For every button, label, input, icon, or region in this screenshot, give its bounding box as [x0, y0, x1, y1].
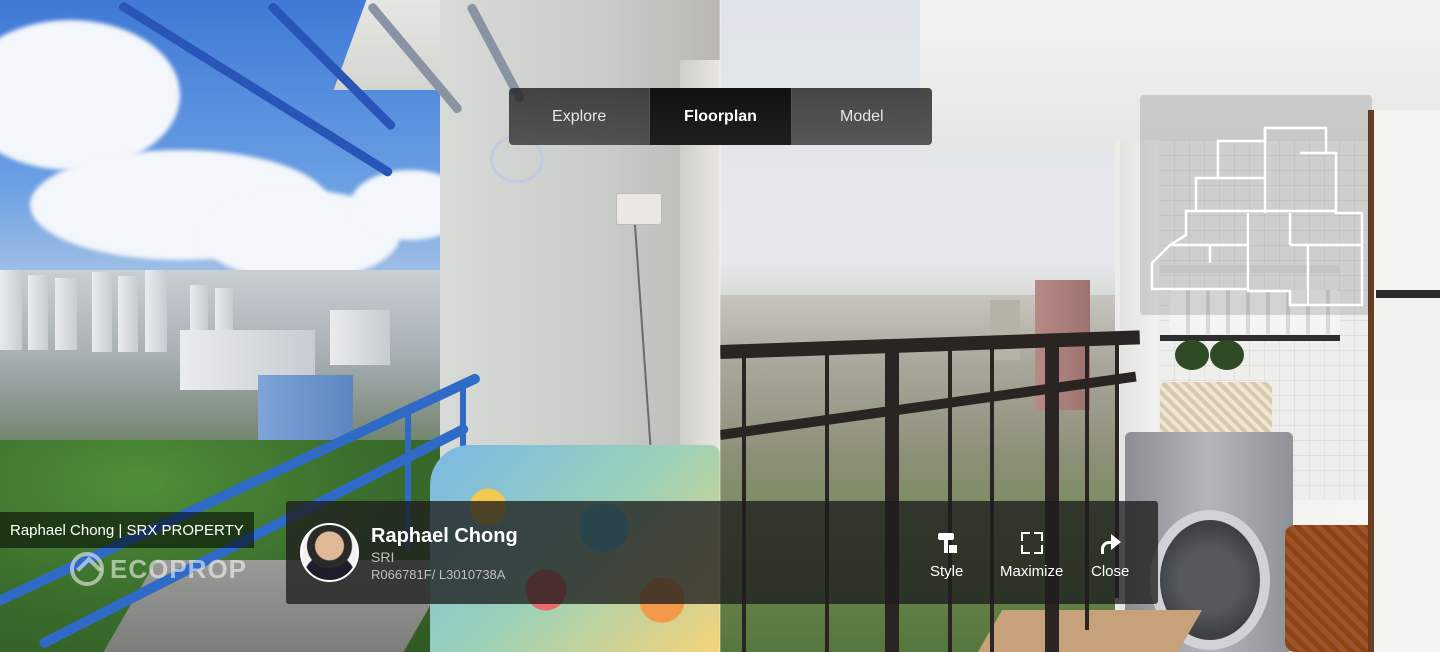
railing-post	[948, 343, 952, 652]
cloud	[0, 20, 180, 170]
ecoprop-watermark: ECOPROP	[70, 552, 247, 586]
maximize-label: Maximize	[1000, 563, 1064, 580]
close-button[interactable]: Close	[1091, 531, 1129, 580]
view-mode-tabbar: Explore Floorplan Model	[509, 88, 932, 145]
tab-floorplan[interactable]: Floorplan	[649, 88, 792, 145]
style-button[interactable]: Style	[930, 531, 963, 580]
ecoprop-logo-icon	[70, 552, 104, 586]
tower	[118, 276, 138, 352]
close-label: Close	[1091, 563, 1130, 580]
agent-info-bar: Raphael Chong SRI R066781F/ L3010738A St…	[286, 501, 1158, 604]
agent-license: R066781F/ L3010738A	[371, 567, 506, 582]
tab-explore[interactable]: Explore	[509, 88, 649, 145]
photo-credit: Raphael Chong | SRX PROPERTY	[0, 512, 254, 548]
ecoprop-logo-text: ECOPROP	[110, 553, 248, 584]
close-icon	[1096, 531, 1124, 555]
plant	[1210, 340, 1244, 370]
plant	[1175, 340, 1209, 370]
tower	[0, 270, 22, 350]
floor	[977, 610, 1203, 652]
maximize-button[interactable]: Maximize	[1000, 531, 1063, 580]
floorplan-minimap[interactable]	[1140, 95, 1372, 315]
floorplan-minimap-icon	[1150, 126, 1364, 307]
cabinet	[1376, 290, 1440, 400]
style-label: Style	[930, 563, 964, 580]
tower	[92, 272, 112, 352]
tower	[145, 270, 167, 352]
maximize-icon	[1018, 531, 1046, 555]
railing-post	[990, 342, 994, 652]
tab-model[interactable]: Model	[792, 88, 932, 145]
tower	[990, 300, 1020, 360]
style-icon	[933, 531, 961, 555]
tower	[258, 375, 353, 445]
tower	[55, 278, 77, 350]
railing-post	[1045, 340, 1059, 652]
agent-name: Raphael Chong	[371, 525, 518, 547]
railing-post	[885, 345, 899, 652]
wall-switch	[616, 193, 662, 225]
avatar[interactable]	[300, 523, 359, 582]
agent-agency: SRI	[371, 549, 395, 565]
tower	[28, 275, 48, 350]
tower	[330, 310, 390, 365]
